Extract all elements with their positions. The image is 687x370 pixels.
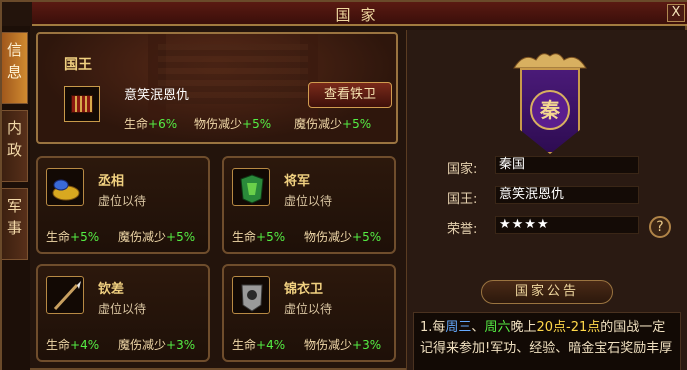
king-value: 意笑泯恩仇 bbox=[495, 186, 639, 204]
office-holder: 虚位以待 bbox=[98, 302, 147, 316]
tab-internal-char-2: 政 bbox=[6, 141, 22, 159]
notice-part: 1.每 bbox=[420, 320, 446, 335]
tab-info-char-1: 信 bbox=[6, 41, 22, 59]
notice-text: 1.每周三、周六晚上20点-21点的国战一定记得来参加!军功、经验、暗金宝石奖励… bbox=[413, 312, 681, 370]
officials-panel: 国王 意笑泯恩仇 查看铁卫 生命+6% 物伤减少+5% 魔伤减少+5% 丞相 虚… bbox=[34, 30, 399, 370]
king-label: 国王: bbox=[447, 192, 478, 207]
notice-part: 周三 bbox=[445, 320, 472, 335]
king-card: 国王 意笑泯恩仇 查看铁卫 生命+6% 物伤减少+5% 魔伤减少+5% bbox=[36, 32, 398, 144]
office-rank-title: 丞相 bbox=[98, 174, 125, 189]
nation-window: 国家 X 信 息 内 政 军 事 国王 意笑泯恩仇 查看铁卫 生命+6% 物伤减… bbox=[0, 0, 687, 370]
office-stat-reduction: 物伤减少+5% bbox=[304, 230, 382, 244]
nation-banner: 秦 bbox=[512, 50, 588, 162]
office-stat-hp: 生命+4% bbox=[46, 338, 100, 352]
king-stat-phys-reduction: 物伤减少+5% bbox=[194, 117, 272, 131]
tab-internal-char-1: 内 bbox=[6, 119, 22, 137]
office-stat-hp: 生命+5% bbox=[46, 230, 100, 244]
office-stat-hp: 生命+4% bbox=[232, 338, 286, 352]
tab-military-char-2: 事 bbox=[6, 219, 22, 237]
king-holder-name: 意笑泯恩仇 bbox=[124, 88, 190, 103]
nation-emblem: 秦 bbox=[530, 90, 570, 130]
notice-part: 20点-21点 bbox=[536, 320, 601, 335]
help-button[interactable]: ? bbox=[649, 216, 671, 238]
office-card-imperial-guard[interactable]: 锦衣卫 虚位以待 生命+4% 物伤减少+3% bbox=[222, 264, 396, 362]
tab-info[interactable]: 信 息 bbox=[2, 32, 28, 104]
king-rank-title: 国王 bbox=[64, 57, 92, 73]
office-stat-reduction: 魔伤减少+3% bbox=[118, 338, 196, 352]
office-stat-reduction: 物伤减少+3% bbox=[304, 338, 382, 352]
office-stat-reduction: 魔伤减少+5% bbox=[118, 230, 196, 244]
office-holder: 虚位以待 bbox=[98, 194, 147, 208]
guard-armor-icon bbox=[232, 276, 270, 314]
title-bar: 国家 X bbox=[32, 2, 687, 26]
honor-label: 荣誉: bbox=[447, 222, 478, 237]
notice-part: 周六 bbox=[484, 320, 511, 335]
gold-ingot-icon bbox=[46, 168, 84, 206]
tab-info-char-2: 息 bbox=[6, 63, 22, 81]
office-card-envoy[interactable]: 钦差 虚位以待 生命+4% 魔伤减少+3% bbox=[36, 264, 210, 362]
imperial-decree-icon bbox=[64, 86, 100, 122]
window-title: 国家 bbox=[335, 6, 386, 24]
notice-title: 国家公告 bbox=[481, 280, 613, 304]
tab-military[interactable]: 军 事 bbox=[2, 188, 28, 260]
view-guards-button[interactable]: 查看铁卫 bbox=[308, 82, 392, 108]
honor-stars: ★★★★ bbox=[495, 216, 639, 234]
office-rank-title: 锦衣卫 bbox=[284, 282, 324, 297]
close-button[interactable]: X bbox=[667, 4, 685, 22]
notice-part: 、 bbox=[471, 320, 485, 335]
green-armor-icon bbox=[232, 168, 270, 206]
office-holder: 虚位以待 bbox=[284, 302, 333, 316]
nation-info-panel: 秦 国家: 秦国 国王: 意笑泯恩仇 荣誉: ★★★★ ? 国家公告 1.每周三… bbox=[406, 30, 687, 370]
spear-icon bbox=[46, 276, 84, 314]
office-card-general[interactable]: 将军 虚位以待 生命+5% 物伤减少+5% bbox=[222, 156, 396, 254]
tab-military-char-1: 军 bbox=[6, 197, 22, 215]
office-stat-hp: 生命+5% bbox=[232, 230, 286, 244]
tab-internal-affairs[interactable]: 内 政 bbox=[2, 110, 28, 182]
office-card-chancellor[interactable]: 丞相 虚位以待 生命+5% 魔伤减少+5% bbox=[36, 156, 210, 254]
side-tab-bar: 信 息 内 政 军 事 bbox=[2, 26, 30, 370]
king-stat-magic-reduction: 魔伤减少+5% bbox=[294, 117, 372, 131]
office-rank-title: 钦差 bbox=[98, 282, 125, 297]
king-stat-hp: 生命+6% bbox=[124, 117, 178, 131]
office-rank-title: 将军 bbox=[284, 174, 311, 189]
country-label: 国家: bbox=[447, 162, 478, 177]
notice-part: 晚上 bbox=[510, 320, 537, 335]
office-holder: 虚位以待 bbox=[284, 194, 333, 208]
country-value: 秦国 bbox=[495, 156, 639, 174]
